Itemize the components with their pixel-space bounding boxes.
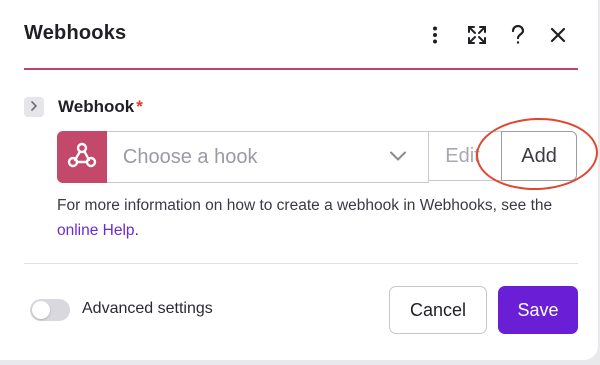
webhooks-app-tile <box>57 131 107 183</box>
required-marker: * <box>136 97 143 116</box>
hook-select-placeholder: Choose a hook <box>122 145 258 168</box>
advanced-settings-toggle[interactable] <box>30 299 70 321</box>
chevron-right-icon <box>30 98 38 116</box>
expand-icon[interactable] <box>464 22 490 48</box>
add-hook-button[interactable]: Add <box>501 131 578 181</box>
toggle-knob <box>32 301 50 319</box>
header-accent-line <box>24 68 578 70</box>
hook-picker: Choose a hook Edit Add <box>57 131 578 183</box>
field-label: Webhook <box>58 97 135 116</box>
more-vertical-icon[interactable] <box>422 22 448 48</box>
dialog-header: Webhooks <box>0 0 598 70</box>
webhook-field-row: Webhook * <box>24 95 143 119</box>
hook-select[interactable]: Choose a hook <box>106 131 430 183</box>
online-help-link[interactable]: online Help <box>57 222 135 239</box>
help-icon[interactable] <box>505 22 531 48</box>
footer-divider <box>24 263 578 264</box>
webhooks-dialog: Webhooks Webhook * Choose a hook Edit Ad… <box>0 0 600 360</box>
cancel-button[interactable]: Cancel <box>389 286 487 334</box>
help-text-after: . <box>134 222 139 239</box>
close-icon[interactable] <box>545 22 571 48</box>
expand-field-button[interactable] <box>24 97 44 117</box>
save-button[interactable]: Save <box>498 286 578 334</box>
help-text: For more information on how to create a … <box>57 193 587 243</box>
chevron-down-icon <box>390 148 407 166</box>
edit-hook-button[interactable]: Edit <box>429 131 502 181</box>
advanced-settings-label: Advanced settings <box>82 300 213 317</box>
webhooks-icon <box>67 141 97 174</box>
dialog-title: Webhooks <box>24 22 127 44</box>
help-text-before: For more information on how to create a … <box>57 197 553 214</box>
